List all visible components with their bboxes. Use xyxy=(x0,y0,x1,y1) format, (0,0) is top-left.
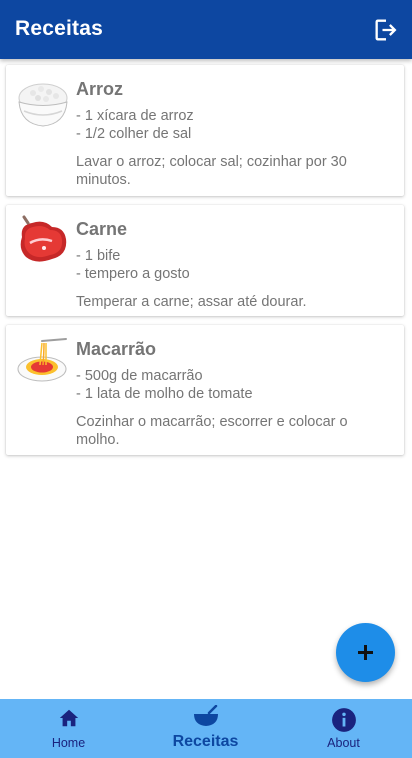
recipe-preparation: Lavar o arroz; colocar sal; cozinhar por… xyxy=(76,154,347,188)
recipe-card[interactable]: Macarrão - 500g de macarrão - 1 lata de … xyxy=(6,325,404,455)
recipe-title: Carne xyxy=(76,219,128,239)
nav-item-label: About xyxy=(327,736,360,750)
recipe-preparation: Temperar a carne; assar até dourar. xyxy=(76,294,307,310)
page-title: Receitas xyxy=(15,17,103,40)
home-icon xyxy=(59,709,78,727)
plus-icon xyxy=(358,645,373,660)
recipe-card[interactable]: Carne - 1 bife - tempero a gosto Tempera… xyxy=(6,205,404,316)
recipe-ingredients: - 500g de macarrão - 1 lata de molho de … xyxy=(76,368,253,402)
nav-item-label: Home xyxy=(51,736,86,750)
bowl-icon xyxy=(193,705,218,726)
recipe-ingredients: - 1 xícara de arroz - 1/2 colher de sal xyxy=(76,108,194,142)
app-screen: Receitas Arroz - 1 xícara de arroz - 1/2… xyxy=(0,0,412,758)
recipe-title: Arroz xyxy=(76,79,124,99)
nav-item-home[interactable]: Home xyxy=(0,699,137,758)
nav-item-about[interactable]: About xyxy=(275,699,412,758)
recipe-title: Macarrão xyxy=(76,339,157,359)
bottom-navigation: Home Receitas About xyxy=(0,699,412,758)
info-icon xyxy=(331,708,356,732)
recipe-ingredients: - 1 bife - tempero a gosto xyxy=(76,248,190,282)
spaghetti-icon xyxy=(17,338,67,382)
add-recipe-button[interactable] xyxy=(336,623,395,682)
recipe-card[interactable]: Arroz - 1 xícara de arroz - 1/2 colher d… xyxy=(6,65,404,196)
app-bar: Receitas xyxy=(0,0,412,59)
steak-icon xyxy=(20,215,67,262)
nav-item-label: Receitas xyxy=(172,733,239,750)
nav-item-receitas[interactable]: Receitas xyxy=(137,699,274,758)
logout-icon[interactable] xyxy=(372,16,400,44)
rice-bowl-icon xyxy=(18,83,68,127)
recipe-preparation: Cozinhar o macarrão; escorrer e colocar … xyxy=(76,414,348,448)
